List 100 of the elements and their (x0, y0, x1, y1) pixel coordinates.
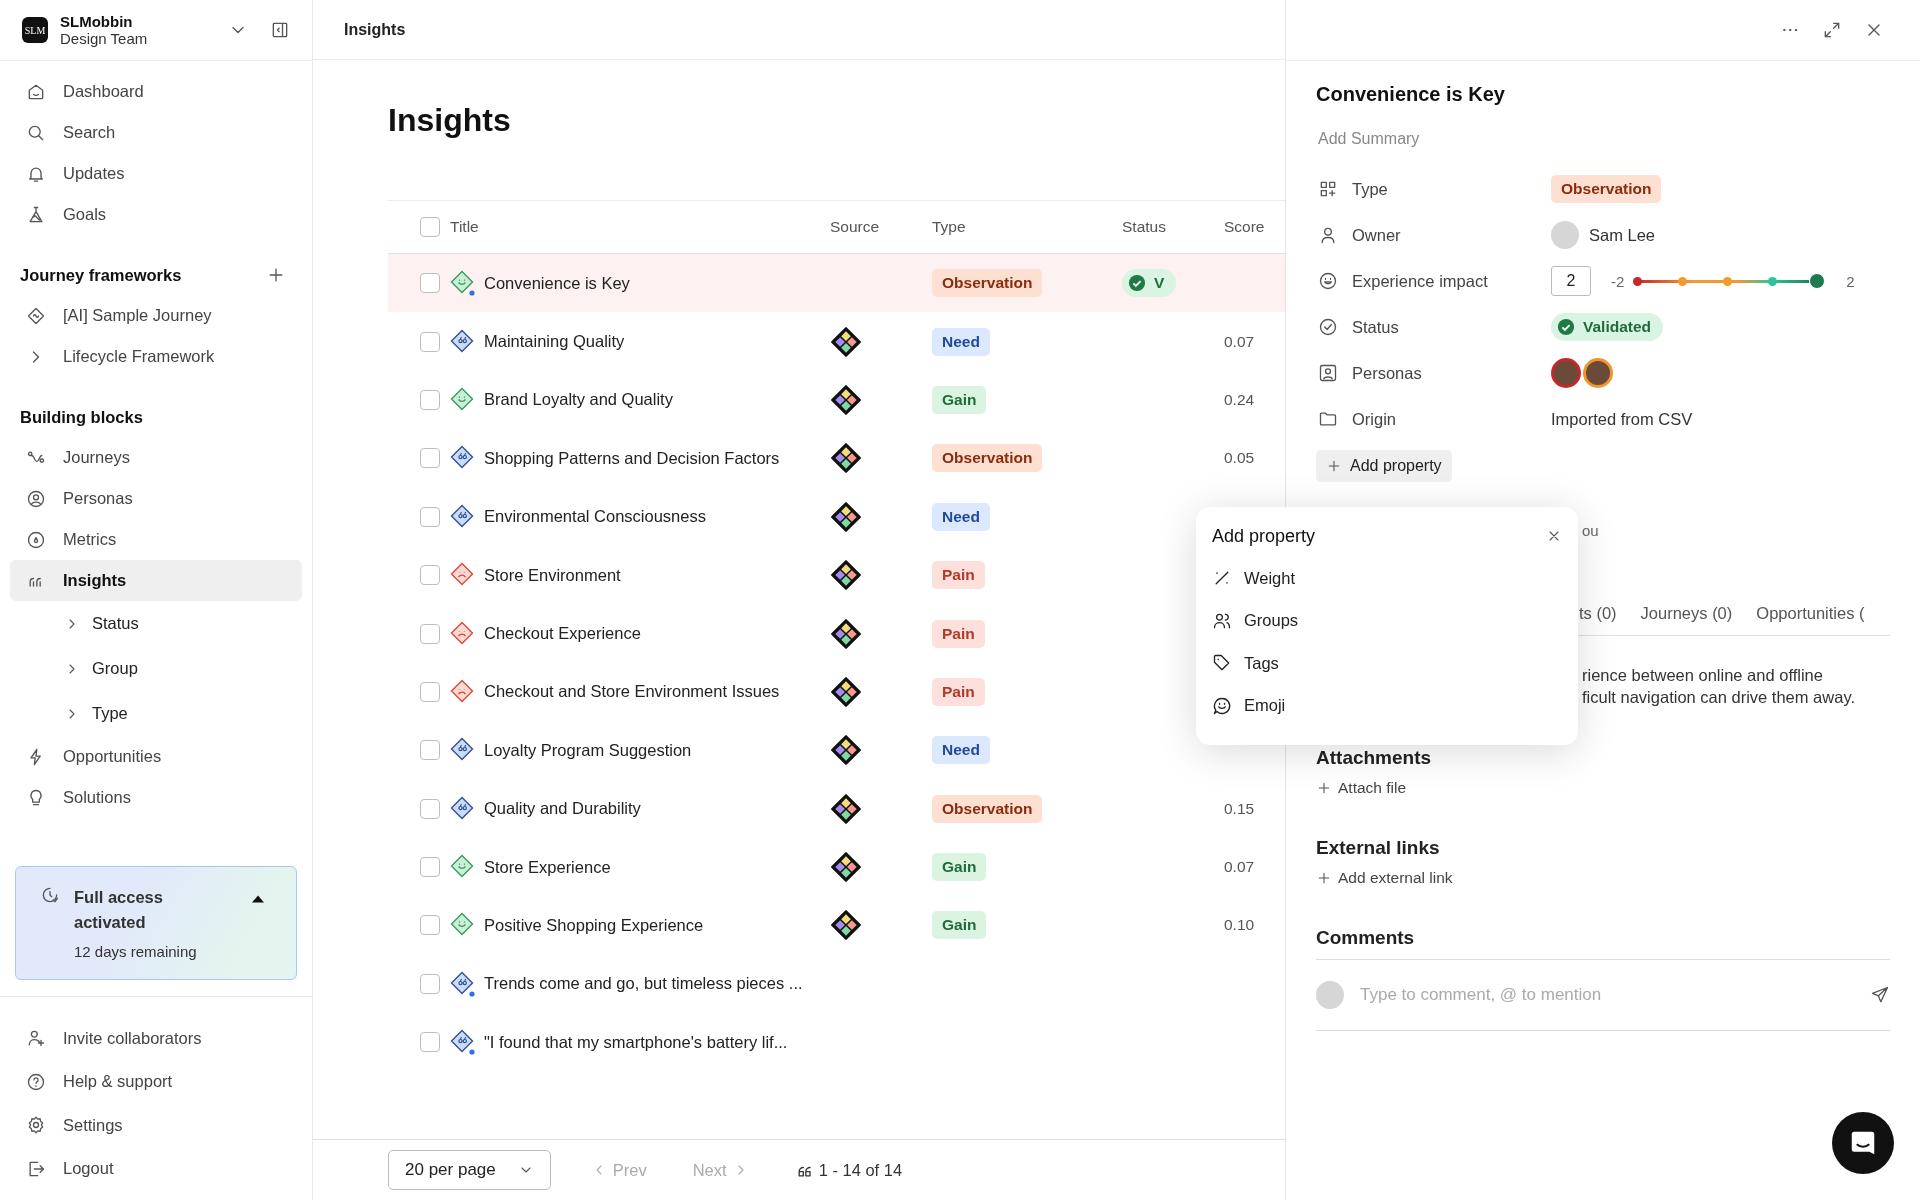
insight-title[interactable]: Checkout Experience (484, 624, 641, 644)
score-value: 0.05 (1224, 449, 1255, 467)
type-badge: Observation (932, 269, 1043, 298)
nav-item[interactable]: Invite collaborators (10, 1017, 302, 1060)
column-header[interactable]: Source (820, 218, 920, 236)
checkbox[interactable] (420, 623, 440, 644)
summary-field[interactable]: Add Summary (1316, 130, 1890, 148)
type-badge: Pain (932, 561, 985, 590)
insight-title[interactable]: "I found that my smartphone's battery lif... (484, 1032, 788, 1052)
add-property-button[interactable]: Add property (1316, 450, 1452, 482)
checkbox[interactable] (420, 565, 440, 586)
checkbox[interactable] (420, 740, 440, 761)
insight-title[interactable]: Brand Loyalty and Quality (484, 390, 673, 410)
nav-subitem[interactable]: Group (0, 646, 312, 691)
score-value: 0.24 (1224, 390, 1255, 408)
clock-icon (40, 885, 60, 905)
nav-item[interactable]: Solutions (10, 777, 302, 818)
impact-input[interactable]: 2 (1551, 266, 1591, 296)
menu-item[interactable]: Groups (1212, 599, 1562, 642)
insight-title[interactable]: Store Experience (484, 857, 611, 877)
nav-item[interactable]: Goals (10, 194, 302, 235)
nav-item[interactable]: Dashboard (10, 71, 302, 112)
trial-remaining: 12 days remaining (74, 943, 198, 960)
menu-item[interactable]: Emoji (1212, 684, 1562, 727)
description-text: ficult navigation can drive them away. (1582, 688, 1856, 707)
nav-item[interactable]: Journeys (10, 437, 302, 478)
checkbox[interactable] (420, 915, 440, 936)
nav-item[interactable]: Metrics (10, 519, 302, 560)
tab[interactable]: Opportunities ( (1756, 604, 1865, 635)
nav-item[interactable]: Settings (10, 1104, 302, 1147)
type-badge[interactable]: Observation (1551, 175, 1662, 203)
insight-title[interactable]: Quality and Durability (484, 799, 641, 819)
checkbox[interactable] (420, 506, 440, 527)
checkbox[interactable] (420, 273, 440, 294)
per-page-dropdown[interactable]: 20 per page (388, 1150, 551, 1190)
popover-title: Add property (1212, 525, 1316, 547)
tab[interactable]: Journeys (0) (1640, 604, 1733, 635)
checkbox[interactable] (420, 973, 440, 994)
nav-subitem[interactable]: Status (0, 601, 312, 646)
persona-avatar[interactable] (1583, 358, 1613, 388)
owner-name[interactable]: Sam Lee (1589, 225, 1656, 245)
type-badge: Pain (932, 619, 985, 648)
send-icon[interactable] (1870, 985, 1890, 1005)
insight-title[interactable]: Positive Shopping Experience (484, 916, 704, 935)
column-header[interactable]: Type (920, 218, 1110, 236)
selected-row[interactable]: Convenience is Key Observation V (388, 254, 1285, 313)
type-badge: Observation (932, 444, 1043, 473)
insight-title[interactable]: Store Environment (484, 565, 621, 585)
property-label: Owner (1352, 225, 1401, 245)
nav-subitem[interactable]: Type (0, 691, 312, 736)
insight-title[interactable]: Environmental Consciousness (484, 507, 706, 527)
status-badge[interactable]: Validated (1551, 313, 1664, 341)
insight-title[interactable]: Maintaining Quality (484, 332, 625, 352)
nav-item[interactable]: [AI] Sample Journey (10, 295, 302, 336)
checkbox[interactable] (420, 331, 440, 352)
type-badge: Need (932, 502, 990, 531)
expand-icon[interactable] (1822, 20, 1842, 40)
nav-item[interactable]: Logout (10, 1147, 302, 1190)
nav-item[interactable]: Lifecycle Framework (10, 336, 302, 377)
check-circle-icon (1557, 318, 1575, 336)
checkbox[interactable] (420, 798, 440, 819)
insight-title[interactable]: Loyalty Program Suggestion (484, 740, 692, 760)
column-header[interactable]: Score (1212, 218, 1285, 236)
slider-min-label: -2 (1611, 272, 1625, 290)
menu-item[interactable]: Tags (1212, 642, 1562, 685)
nav-item[interactable]: Personas (10, 478, 302, 519)
comment-input[interactable]: Type to comment, @ to mention (1358, 984, 1856, 1006)
checkbox[interactable] (420, 681, 440, 702)
check-circle-icon (1128, 274, 1146, 293)
checkbox[interactable] (420, 1032, 440, 1053)
insight-title[interactable]: Checkout and Store Environment Issues (484, 682, 780, 702)
checkbox[interactable] (420, 389, 440, 410)
nav-item[interactable]: Search (10, 112, 302, 153)
insight-title[interactable]: Shopping Patterns and Decision Factors (484, 448, 780, 468)
column-header[interactable]: Status (1110, 218, 1212, 236)
settings-icon (26, 1115, 46, 1136)
type-badge: Gain (932, 911, 987, 940)
sidebar-toggle-icon[interactable] (270, 20, 290, 40)
persona-avatar[interactable] (1551, 358, 1581, 388)
gauge-icon (26, 529, 46, 550)
add-link-button[interactable]: Add external link (1316, 869, 1453, 887)
attach-file-button[interactable]: Attach file (1316, 779, 1407, 797)
checkbox[interactable] (420, 448, 440, 469)
score-value: 0.07 (1224, 332, 1255, 350)
section-title: External links (1316, 837, 1441, 859)
trial-card[interactable]: Full access activated 12 days remaining (15, 866, 297, 980)
nav-item[interactable]: Insights (10, 560, 302, 601)
insight-title[interactable]: Trends come and go, but timeless pieces ... (484, 974, 803, 994)
menu-item[interactable]: Weight (1212, 557, 1562, 600)
column-header[interactable]: Title (450, 218, 820, 236)
insight-title[interactable]: Convenience is Key (484, 273, 630, 293)
nav-item[interactable]: Opportunities (10, 736, 302, 777)
type-badge: Need (932, 736, 990, 765)
checkbox[interactable] (420, 857, 440, 878)
tab[interactable]: ts (0) (1579, 604, 1617, 635)
score-value: 0.15 (1224, 799, 1255, 817)
nav-item[interactable]: Updates (10, 153, 302, 194)
nav-item[interactable]: Help & support (10, 1060, 302, 1103)
checkbox[interactable] (420, 217, 440, 237)
caret-icon[interactable] (252, 895, 264, 903)
